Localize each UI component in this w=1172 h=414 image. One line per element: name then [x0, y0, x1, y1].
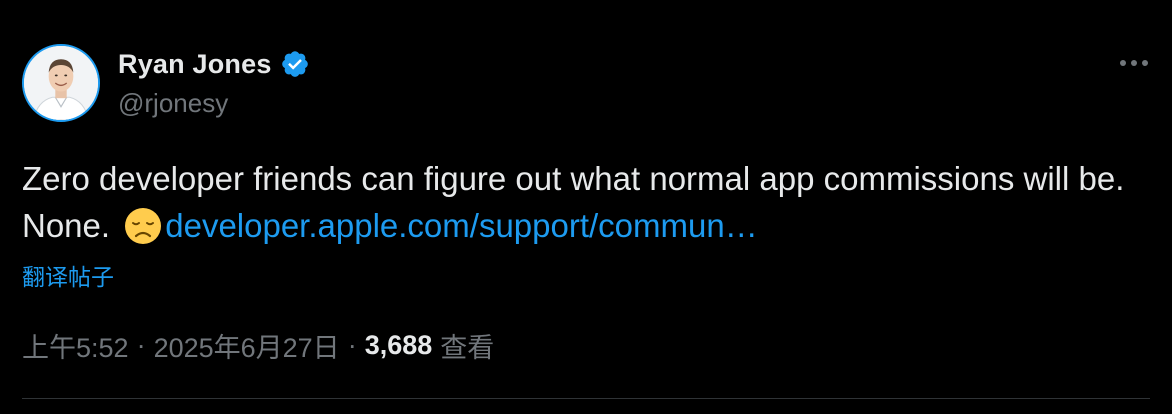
disappointed-face-icon: [123, 206, 163, 246]
meta-separator: ·: [136, 330, 146, 360]
author-handle[interactable]: @rjonesy: [118, 88, 228, 119]
translate-post-link[interactable]: 翻译帖子: [22, 258, 114, 292]
more-dot: [1142, 60, 1148, 66]
views-label: 查看: [440, 333, 495, 363]
verified-badge-icon[interactable]: [280, 49, 310, 79]
tweet-meta: 上午5:52 · 2025年6月27日 · 3,688 查看: [22, 326, 494, 365]
avatar[interactable]: [22, 44, 100, 122]
more-dot: [1131, 60, 1137, 66]
tweet-card: Ryan Jones @rjonesy Zero developer frien…: [0, 0, 1172, 414]
tweet-text: Zero developer friends can figure out wh…: [22, 155, 1152, 249]
author-display-name[interactable]: Ryan Jones: [118, 49, 272, 80]
avatar-photo-icon: [24, 46, 98, 120]
meta-separator: ·: [347, 330, 357, 360]
tweet-date[interactable]: 2025年6月27日: [154, 326, 340, 365]
tweet-time[interactable]: 上午5:52: [22, 326, 129, 365]
more-options-icon[interactable]: [1114, 48, 1154, 78]
views-count[interactable]: 3,688: [365, 330, 433, 361]
author-name-row: Ryan Jones: [118, 46, 310, 82]
tweet-link[interactable]: developer.apple.com/support/commun…: [165, 207, 758, 244]
more-dot: [1120, 60, 1126, 66]
divider: [22, 398, 1150, 399]
